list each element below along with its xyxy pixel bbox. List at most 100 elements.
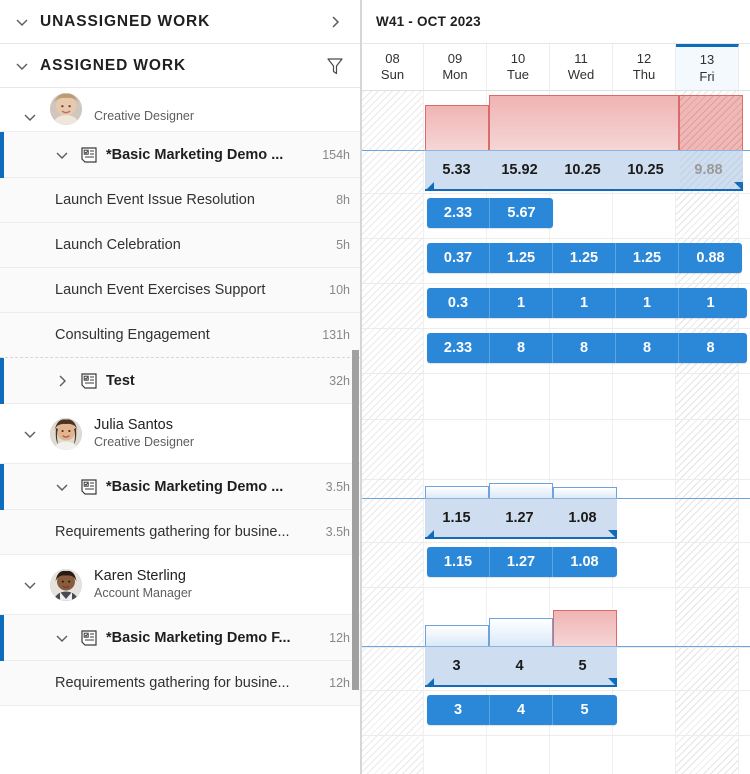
capacity-profile-karen bbox=[361, 599, 750, 647]
day-number: 11 bbox=[574, 50, 588, 66]
task-value-10-tue: 8 bbox=[490, 333, 553, 363]
panel-divider bbox=[361, 0, 362, 774]
summary-value-09-mon: 5.33 bbox=[442, 162, 471, 178]
summary-cap-left bbox=[425, 678, 434, 687]
project-row[interactable]: *Basic Marketing Demo ... 3.5h bbox=[0, 464, 360, 555]
task-row[interactable]: Launch Event Issue Resolution 8h bbox=[0, 178, 360, 223]
task-name: Launch Event Exercises Support bbox=[55, 282, 266, 298]
resource-summary-bar[interactable]: 3 4 5 bbox=[425, 646, 617, 687]
person-row[interactable]: Creative Designer bbox=[0, 88, 360, 132]
summary-value-10-tue: 1.27 bbox=[505, 510, 534, 526]
day-column-header-08-sun[interactable]: 08 Sun bbox=[361, 44, 424, 90]
chevron-right-icon[interactable] bbox=[54, 373, 70, 389]
row-separator bbox=[361, 690, 750, 691]
task-bar-consulting-engagement[interactable]: 2.33 8 8 8 8 bbox=[427, 333, 747, 363]
task-card-icon bbox=[80, 478, 98, 496]
chevron-down-icon[interactable] bbox=[54, 147, 70, 163]
timeline-canvas: 5.33 15.92 10.25 10.25 9.88 2.33 5.67 0.… bbox=[361, 91, 750, 774]
resource-summary-bar[interactable]: 5.33 15.92 10.25 10.25 9.88 bbox=[425, 150, 743, 191]
task-bar-requirements-gathering-karen[interactable]: 3 4 5 bbox=[427, 695, 617, 725]
row-separator bbox=[361, 735, 750, 736]
task-hours: 8h bbox=[336, 193, 350, 207]
task-row[interactable]: Requirements gathering for busine... 3.5… bbox=[0, 510, 360, 555]
chevron-down-icon[interactable] bbox=[54, 630, 70, 646]
filter-funnel-icon[interactable] bbox=[320, 51, 350, 81]
day-column-header-11-wed[interactable]: 11 Wed bbox=[550, 44, 613, 90]
project-row[interactable]: Test 32h bbox=[0, 358, 360, 404]
person-row[interactable]: Julia Santos Creative Designer bbox=[0, 404, 360, 464]
chevron-down-icon[interactable] bbox=[14, 14, 30, 30]
task-name: Requirements gathering for busine... bbox=[55, 524, 290, 540]
summary-value-12-thu: 10.25 bbox=[627, 162, 664, 178]
group-title-assigned-work: ASSIGNED WORK bbox=[40, 56, 187, 74]
task-hours: 5h bbox=[336, 238, 350, 252]
project-name: *Basic Marketing Demo ... bbox=[106, 478, 284, 495]
summary-cap-right bbox=[734, 182, 743, 191]
task-value-09-mon: 2.33 bbox=[427, 333, 490, 363]
task-value-09-mon: 1.15 bbox=[427, 547, 490, 577]
day-number: 08 bbox=[385, 50, 400, 66]
task-bar-launch-event-issue-resolution[interactable]: 2.33 5.67 bbox=[427, 198, 553, 228]
overallocation-segment bbox=[425, 105, 489, 151]
day-column-header-10-tue[interactable]: 10 Tue bbox=[487, 44, 550, 90]
chevron-down-icon[interactable] bbox=[54, 479, 70, 495]
task-value-11-wed: 1.25 bbox=[553, 243, 616, 273]
task-row[interactable]: Launch Event Exercises Support 10h bbox=[0, 268, 360, 313]
chevron-down-icon[interactable] bbox=[22, 577, 38, 593]
project-row[interactable]: *Basic Marketing Demo ... 154h bbox=[0, 132, 360, 358]
task-bar-launch-event-exercises-support[interactable]: 0.3 1 1 1 1 bbox=[427, 288, 747, 318]
row-separator bbox=[361, 542, 750, 543]
day-number: 10 bbox=[510, 50, 526, 66]
day-column-header-12-thu[interactable]: 12 Thu bbox=[613, 44, 676, 90]
work-list-panel: UNASSIGNED WORK ASSIGNED WORK Creative D… bbox=[0, 0, 361, 774]
task-value-13-fri: 0.88 bbox=[696, 250, 725, 266]
group-header-assigned-work[interactable]: ASSIGNED WORK bbox=[0, 44, 360, 88]
project-name: *Basic Marketing Demo F... bbox=[106, 629, 291, 646]
summary-value-10-tue: 4 bbox=[515, 658, 524, 674]
chevron-down-icon[interactable] bbox=[14, 58, 30, 74]
person-row[interactable]: Karen Sterling Account Manager bbox=[0, 555, 360, 615]
project-row[interactable]: *Basic Marketing Demo F... 12h bbox=[0, 615, 360, 706]
group-header-unassigned-work[interactable]: UNASSIGNED WORK bbox=[0, 0, 360, 44]
week-header: W41 - OCT 2023 bbox=[361, 0, 750, 44]
overallocation-segment bbox=[553, 610, 617, 647]
day-column-header-13-fri-today[interactable]: 13 Fri bbox=[676, 44, 739, 90]
allocation-segment bbox=[425, 625, 489, 647]
summary-value-09-mon: 1.15 bbox=[442, 510, 471, 526]
day-name: Sun bbox=[380, 67, 405, 82]
capacity-profile-jennifer bbox=[361, 91, 750, 151]
task-card-icon bbox=[80, 372, 98, 390]
chevron-down-icon[interactable] bbox=[22, 109, 38, 125]
resource-management-view: UNASSIGNED WORK ASSIGNED WORK Creative D… bbox=[0, 0, 750, 774]
task-name: Requirements gathering for busine... bbox=[55, 675, 290, 691]
project-hours: 154h bbox=[322, 147, 350, 162]
task-name: Launch Event Issue Resolution bbox=[55, 192, 255, 208]
left-panel-scrollbar[interactable] bbox=[352, 350, 359, 690]
chevron-down-icon[interactable] bbox=[22, 426, 38, 442]
task-row[interactable]: Launch Celebration 5h bbox=[0, 223, 360, 268]
resource-summary-bar[interactable]: 1.15 1.27 1.08 bbox=[425, 498, 617, 539]
task-value-10-tue: 4 bbox=[490, 695, 553, 725]
task-row[interactable]: Consulting Engagement 131h bbox=[0, 313, 360, 358]
person-role: Creative Designer bbox=[94, 108, 195, 123]
person-text: Julia Santos Creative Designer bbox=[94, 417, 194, 449]
task-value-12-thu: 1 bbox=[616, 288, 679, 318]
project-name: *Basic Marketing Demo ... bbox=[106, 146, 284, 163]
task-card-icon bbox=[80, 146, 98, 164]
task-value-13-fri: 8 bbox=[706, 340, 715, 356]
chevron-right-icon[interactable] bbox=[320, 7, 350, 37]
task-value-11-wed: 1.08 bbox=[570, 554, 599, 570]
task-card-icon bbox=[80, 629, 98, 647]
day-number: 12 bbox=[636, 50, 652, 66]
day-name: Tue bbox=[507, 67, 529, 82]
task-value-11-wed: 8 bbox=[553, 333, 616, 363]
day-column-header-09-mon[interactable]: 09 Mon bbox=[424, 44, 487, 90]
summary-value-13-fri: 9.88 bbox=[694, 162, 723, 178]
task-row[interactable]: Requirements gathering for busine... 12h bbox=[0, 661, 360, 706]
person-text: Creative Designer bbox=[94, 107, 194, 125]
timeline-panel: W41 - OCT 2023 08 Sun 09 Mon 10 Tue 11 W… bbox=[361, 0, 750, 774]
week-label: W41 - OCT 2023 bbox=[376, 14, 481, 29]
task-bar-launch-celebration[interactable]: 0.37 1.25 1.25 1.25 0.88 bbox=[427, 243, 742, 273]
task-bar-requirements-gathering-julia[interactable]: 1.15 1.27 1.08 bbox=[427, 547, 617, 577]
task-value-09-mon: 3 bbox=[427, 695, 490, 725]
